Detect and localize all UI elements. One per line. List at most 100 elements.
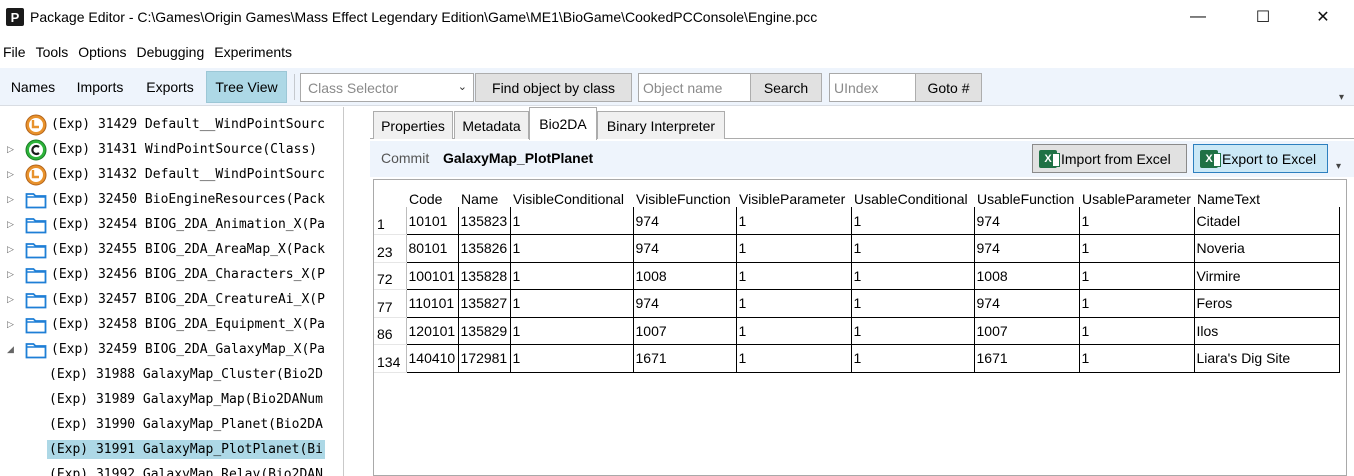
tab-imports[interactable]: Imports: [68, 71, 132, 103]
table-row[interactable]: 77 110101 135827 1 974 1 1 974 1 Feros: [374, 289, 1344, 318]
grid-cell[interactable]: 135829: [458, 317, 511, 345]
column-header[interactable]: Name: [458, 180, 510, 207]
grid-cell[interactable]: 1007: [974, 317, 1080, 345]
table-row[interactable]: 86 120101 135829 1 1007 1 1 1007 1 Ilos: [374, 317, 1344, 345]
grid-cell[interactable]: 1: [851, 262, 975, 290]
expand-arrow-icon[interactable]: ▷: [7, 220, 17, 230]
grid-cell[interactable]: 1: [736, 207, 852, 235]
row-header[interactable]: 77: [374, 289, 407, 318]
splitter-handle[interactable]: [348, 107, 364, 476]
column-header[interactable]: UsableConditional: [851, 180, 974, 207]
tree-item[interactable]: ▷ (Exp) 31431 WindPointSource(Class): [0, 137, 343, 162]
grid-cell[interactable]: 140410: [406, 344, 459, 373]
tree-item[interactable]: ▷ (Exp) 32455 BIOG_2DA_AreaMap_X(Pack: [0, 237, 343, 262]
column-header[interactable]: VisibleFunction: [633, 180, 736, 207]
table-row[interactable]: 23 80101 135826 1 974 1 1 974 1 Noveria: [374, 234, 1344, 263]
tree-item[interactable]: ▷ (Exp) 32457 BIOG_2DA_CreatureAi_X(P: [0, 287, 343, 312]
row-header[interactable]: 86: [374, 317, 407, 345]
tree-item[interactable]: (Exp) 31992 GalaxyMap_Relay(Bio2DAN: [0, 462, 343, 476]
tab-bio2da[interactable]: Bio2DA: [529, 107, 597, 140]
grid-cell[interactable]: 100101: [406, 262, 459, 290]
row-header[interactable]: 23: [374, 234, 407, 263]
column-header[interactable]: UsableParameter: [1079, 180, 1194, 207]
row-header[interactable]: 72: [374, 262, 407, 290]
grid-cell[interactable]: 10101: [406, 207, 459, 235]
grid-cell[interactable]: Virmire: [1194, 262, 1340, 290]
toolbar-overflow-icon[interactable]: ▾: [1339, 92, 1344, 103]
grid-cell[interactable]: 974: [974, 207, 1080, 235]
grid-cell[interactable]: 1: [851, 207, 975, 235]
commit-bar-overflow-icon[interactable]: ▾: [1336, 161, 1341, 172]
grid-cell[interactable]: 1008: [633, 262, 737, 290]
grid-cell[interactable]: 1: [510, 262, 634, 290]
column-header[interactable]: Code: [406, 180, 458, 207]
grid-cell[interactable]: 80101: [406, 234, 459, 263]
grid-cell[interactable]: 1: [1079, 234, 1195, 263]
grid-cell[interactable]: 1: [1079, 262, 1195, 290]
tree-item[interactable]: (Exp) 31429 Default__WindPointSourc: [0, 112, 343, 137]
menu-debugging[interactable]: Debugging: [134, 44, 209, 60]
grid-cell[interactable]: 1: [1079, 207, 1195, 235]
grid-cell[interactable]: Liara's Dig Site: [1194, 344, 1340, 373]
grid-cell[interactable]: 974: [974, 234, 1080, 263]
grid-cell[interactable]: 1: [510, 317, 634, 345]
tree-item[interactable]: (Exp) 31988 GalaxyMap_Cluster(Bio2D: [0, 362, 343, 387]
grid-cell[interactable]: 1: [851, 344, 975, 373]
tree-item[interactable]: ▷ (Exp) 32456 BIOG_2DA_Characters_X(P: [0, 262, 343, 287]
grid-cell[interactable]: 1671: [633, 344, 737, 373]
grid-cell[interactable]: 1: [851, 234, 975, 263]
grid-cell[interactable]: 120101: [406, 317, 459, 345]
grid-cell[interactable]: 1: [736, 289, 852, 318]
grid-cell[interactable]: 1: [510, 289, 634, 318]
grid-cell[interactable]: Feros: [1194, 289, 1340, 318]
grid-cell[interactable]: 1: [1079, 289, 1195, 318]
menu-tools[interactable]: Tools: [33, 44, 73, 60]
row-header[interactable]: 134: [374, 344, 407, 373]
tree-item[interactable]: ◢ (Exp) 32459 BIOG_2DA_GalaxyMap_X(Pa: [0, 337, 343, 362]
tree-item[interactable]: (Exp) 31990 GalaxyMap_Planet(Bio2DA: [0, 412, 343, 437]
tab-names[interactable]: Names: [2, 71, 64, 103]
menu-experiments[interactable]: Experiments: [211, 44, 296, 60]
grid-cell[interactable]: 974: [633, 289, 737, 318]
grid-cell[interactable]: 974: [974, 289, 1080, 318]
table-row[interactable]: 134 140410 172981 1 1671 1 1 1671 1 Liara's Dig S…: [374, 344, 1344, 373]
bio2da-grid[interactable]: Code Name VisibleConditional VisibleFunctio…: [373, 179, 1347, 476]
grid-cell[interactable]: 1: [736, 317, 852, 345]
minimize-button[interactable]: —: [1175, 0, 1221, 34]
grid-cell[interactable]: 135823: [458, 207, 511, 235]
grid-cell[interactable]: 135826: [458, 234, 511, 263]
table-row[interactable]: 72 100101 135828 1 1008 1 1 1008 1 Virmire: [374, 262, 1344, 290]
tab-binary-interpreter[interactable]: Binary Interpreter: [597, 111, 725, 139]
collapse-arrow-icon[interactable]: ◢: [7, 345, 17, 355]
find-object-by-class-button[interactable]: Find object by class: [475, 73, 632, 102]
menu-options[interactable]: Options: [75, 44, 130, 60]
import-from-excel-button[interactable]: X Import from Excel: [1032, 144, 1187, 173]
tree-item[interactable]: ▷ (Exp) 31432 Default__WindPointSourc: [0, 162, 343, 187]
grid-cell[interactable]: 1: [510, 344, 634, 373]
uindex-input[interactable]: UIndex: [829, 73, 916, 102]
column-header[interactable]: VisibleConditional: [510, 180, 633, 207]
expand-arrow-icon[interactable]: ▷: [7, 145, 17, 155]
expand-arrow-icon[interactable]: ▷: [7, 320, 17, 330]
tree-item[interactable]: ▷ (Exp) 32458 BIOG_2DA_Equipment_X(Pa: [0, 312, 343, 337]
tree-item[interactable]: ▷ (Exp) 32450 BioEngineResources(Pack: [0, 187, 343, 212]
column-header[interactable]: UsableFunction: [974, 180, 1079, 207]
grid-cell[interactable]: 135828: [458, 262, 511, 290]
tree-view[interactable]: (Exp) 31429 Default__WindPointSourc ▷ (Exp…: [0, 107, 343, 476]
grid-cell[interactable]: 1: [736, 262, 852, 290]
goto-button[interactable]: Goto #: [915, 73, 982, 102]
grid-cell[interactable]: 1007: [633, 317, 737, 345]
grid-cell[interactable]: 1: [736, 234, 852, 263]
class-selector-dropdown[interactable]: Class Selector ⌄: [300, 73, 474, 102]
tab-properties[interactable]: Properties: [373, 111, 453, 139]
grid-cell[interactable]: 1: [851, 289, 975, 318]
grid-cell[interactable]: 1: [736, 344, 852, 373]
grid-cell[interactable]: Noveria: [1194, 234, 1340, 263]
grid-cell[interactable]: Citadel: [1194, 207, 1340, 235]
tree-item[interactable]: (Exp) 31991 GalaxyMap_PlotPlanet(Bi: [0, 437, 343, 462]
expand-arrow-icon[interactable]: ▷: [7, 295, 17, 305]
grid-cell[interactable]: 1: [510, 207, 634, 235]
column-header[interactable]: VisibleParameter: [736, 180, 851, 207]
tree-item[interactable]: ▷ (Exp) 32454 BIOG_2DA_Animation_X(Pa: [0, 212, 343, 237]
grid-cell[interactable]: 1008: [974, 262, 1080, 290]
